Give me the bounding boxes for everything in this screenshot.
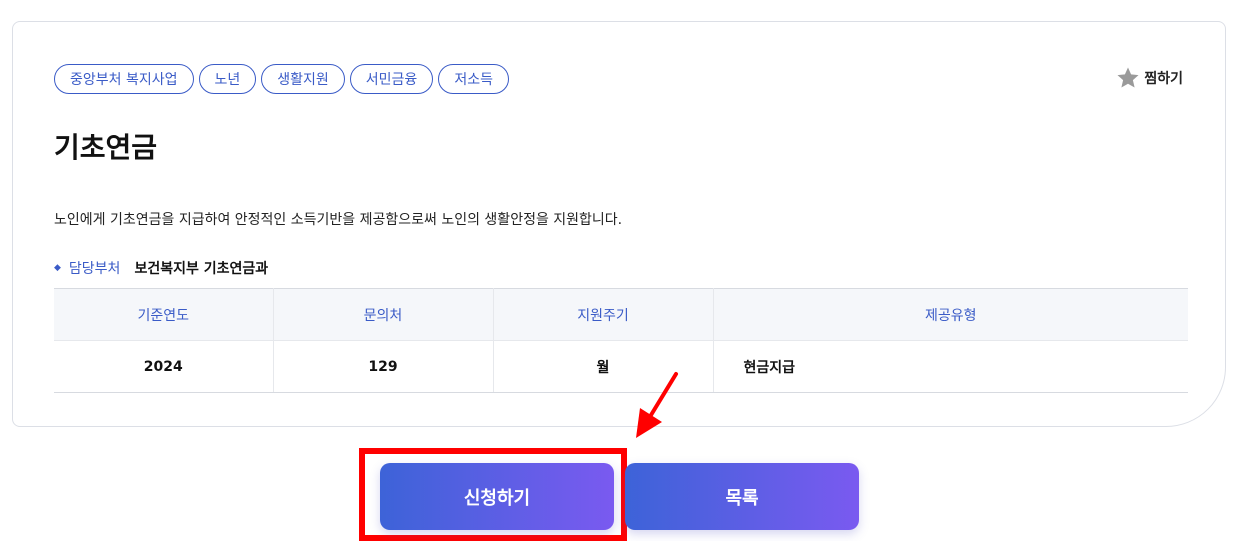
page-title: 기초연금 <box>54 131 158 164</box>
apply-button[interactable]: 신청하기 <box>380 463 614 530</box>
cell-contact: 129 <box>273 340 494 393</box>
favorite-label: 찜하기 <box>1144 71 1183 87</box>
department-label: 담당부처 <box>68 261 121 277</box>
tag-central-welfare[interactable]: 중앙부처 복지사업 <box>54 64 194 94</box>
tag-list: 중앙부처 복지사업 노년 생활지원 서민금융 저소득 <box>54 64 509 94</box>
department-info: ◆ 담당부처 보건복지부 기초연금과 <box>54 258 268 278</box>
header-provision-type: 제공유형 <box>713 288 1188 341</box>
cell-provision-type: 현금지급 <box>713 340 1188 393</box>
diamond-bullet-icon: ◆ <box>54 263 61 273</box>
tag-senior[interactable]: 노년 <box>198 64 257 94</box>
department-value: 보건복지부 기초연금과 <box>134 261 269 277</box>
tag-living-support[interactable]: 생활지원 <box>261 64 345 94</box>
red-arrow-annotation <box>636 372 678 438</box>
list-button[interactable]: 목록 <box>625 463 859 530</box>
header-support-cycle: 지원주기 <box>493 288 714 341</box>
star-icon <box>1117 67 1139 88</box>
header-contact: 문의처 <box>273 288 494 341</box>
tag-low-income-finance[interactable]: 서민금융 <box>349 64 434 94</box>
table-header-row: 기준연도 문의처 지원주기 제공유형 <box>54 288 1188 341</box>
header-base-year: 기준연도 <box>54 288 274 341</box>
tag-low-income[interactable]: 저소득 <box>438 64 509 94</box>
favorite-button[interactable]: 찜하기 <box>1116 66 1183 90</box>
cell-base-year: 2024 <box>54 340 274 393</box>
welfare-detail-card: 중앙부처 복지사업 노년 생활지원 서민금융 저소득 찜하기 기초연금 노인에게… <box>12 21 1226 427</box>
service-description: 노인에게 기초연금을 지급하여 안정적인 소득기반을 제공함으로써 노인의 생활… <box>54 212 623 228</box>
